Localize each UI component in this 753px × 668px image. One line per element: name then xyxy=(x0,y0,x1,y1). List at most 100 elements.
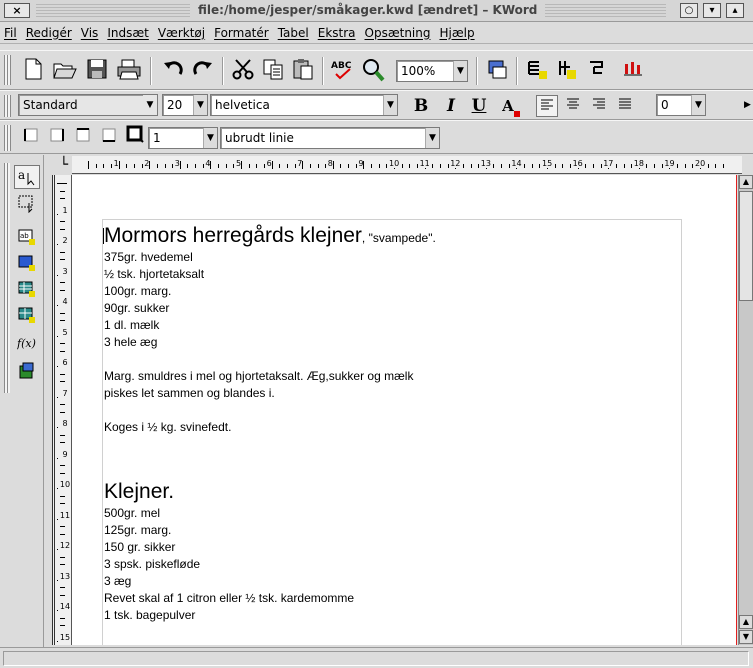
chevron-down-icon[interactable]: ▼ xyxy=(383,95,397,115)
chart-icon[interactable] xyxy=(620,57,646,83)
menu-settings[interactable]: Opsætning xyxy=(365,26,431,40)
spacing-combo[interactable]: 0 ▼ xyxy=(656,94,706,116)
paste-icon[interactable] xyxy=(290,57,316,83)
chevron-down-icon[interactable]: ▼ xyxy=(425,128,439,148)
font-family-combo[interactable]: helvetica ▼ xyxy=(210,94,398,116)
vertical-scrollbar[interactable]: ▲ ▲ ▼ xyxy=(738,175,753,645)
toolbar-more-icon[interactable]: ▶ xyxy=(744,100,751,110)
zoom-combo[interactable]: 100% ▼ xyxy=(396,60,468,82)
close-icon[interactable]: × xyxy=(4,3,30,18)
picture-icon[interactable] xyxy=(554,57,580,83)
horizontal-ruler[interactable]: 1 2 3 4 5 6 7 8 9 10 11 12 13 14 15 16 17 18 19 20 xyxy=(72,156,742,174)
method-line: piskes let sammen og blandes i. xyxy=(104,386,275,400)
undo-icon[interactable] xyxy=(160,57,186,83)
menu-format[interactable]: Formatér xyxy=(214,26,269,40)
ruler-minor-tick xyxy=(187,164,189,168)
insert-object-icon[interactable] xyxy=(14,361,40,385)
save-icon[interactable] xyxy=(84,57,110,83)
spellcheck-icon[interactable]: ABC xyxy=(330,57,356,83)
border-bottom-icon[interactable] xyxy=(96,125,122,151)
toolbar-grip[interactable] xyxy=(4,125,11,151)
menu-insert[interactable]: Indsæt xyxy=(107,26,149,40)
menu-edit[interactable]: Redigér xyxy=(26,26,72,40)
align-justify-button[interactable] xyxy=(614,95,636,117)
format-toolbar: Standard ▼ 20 ▼ helvetica ▼ B I U A 0 ▼ … xyxy=(0,90,753,120)
ruler-label: 5 xyxy=(236,159,242,168)
bold-button[interactable]: B xyxy=(410,95,432,117)
text-color-button[interactable]: A xyxy=(500,95,522,117)
ruler-tick xyxy=(88,161,89,169)
insert-picture-frame-icon[interactable] xyxy=(14,253,40,277)
align-center-button[interactable] xyxy=(562,95,584,117)
style-value: Standard xyxy=(23,98,78,112)
maximize-icon[interactable]: ▴ xyxy=(726,3,744,18)
tab-type-icon[interactable]: └ xyxy=(56,156,72,174)
ruler-minor-tick xyxy=(707,164,709,168)
menu-help[interactable]: Hjælp xyxy=(439,26,474,40)
menu-tools[interactable]: Værktøj xyxy=(158,26,205,40)
ruler-minor-tick xyxy=(60,404,65,406)
chevron-down-icon[interactable]: ▼ xyxy=(203,128,217,148)
document-canvas[interactable]: Mormors herregårds klejner, "svampede". … xyxy=(72,175,737,645)
ruler-minor-tick xyxy=(386,164,388,168)
scroll-down-icon[interactable]: ▼ xyxy=(739,630,753,644)
style-combo[interactable]: Standard ▼ xyxy=(18,94,158,116)
edit-text-tool-icon[interactable]: a xyxy=(14,165,40,189)
cut-icon[interactable] xyxy=(230,57,256,83)
ruler-tick xyxy=(363,161,365,169)
menu-table[interactable]: Tabel xyxy=(278,26,309,40)
menu-file[interactable]: Fil xyxy=(4,26,17,40)
align-right-button[interactable] xyxy=(588,95,610,117)
new-icon[interactable] xyxy=(20,57,46,83)
minimize-icon[interactable]: ○ xyxy=(680,3,698,18)
document-text[interactable]: Mormors herregårds klejner, "svampede". … xyxy=(104,223,664,624)
border-style-combo[interactable]: ubrudt linie ▼ xyxy=(220,127,440,149)
formula-icon[interactable] xyxy=(484,57,510,83)
chevron-down-icon[interactable]: ▼ xyxy=(691,95,705,115)
border-width-combo[interactable]: 1 ▼ xyxy=(148,127,218,149)
ruler-label: 11 xyxy=(58,510,71,520)
toolbar-grip[interactable] xyxy=(4,163,10,393)
underline-button[interactable]: U xyxy=(468,95,490,117)
zoom-value: 100% xyxy=(401,64,436,78)
copy-icon[interactable] xyxy=(260,57,286,83)
font-size-combo[interactable]: 20 ▼ xyxy=(162,94,208,116)
chevron-down-icon[interactable]: ▼ xyxy=(193,95,207,115)
open-icon[interactable] xyxy=(52,57,78,83)
color-swatch-icon xyxy=(513,111,520,117)
ruler-minor-tick xyxy=(60,434,65,436)
chevron-down-icon[interactable]: ▼ xyxy=(143,95,157,115)
menu-extra[interactable]: Ekstra xyxy=(318,26,356,40)
insert-formula-icon[interactable]: f(x) xyxy=(14,333,40,357)
menu-icon[interactable]: ▾ xyxy=(703,3,721,18)
border-left-icon[interactable] xyxy=(18,125,44,151)
border-color-icon[interactable] xyxy=(122,125,148,151)
border-style-value: ubrudt linie xyxy=(225,131,294,145)
toolbar-grip[interactable] xyxy=(4,55,11,85)
redo-icon[interactable] xyxy=(190,57,216,83)
vertical-ruler[interactable]: 1 2 3 4 5 6 7 8 9 10 11 12 13 14 15 xyxy=(52,175,72,645)
scrollbar-thumb[interactable] xyxy=(739,191,753,301)
svg-text:ab: ab xyxy=(20,232,29,240)
table-icon[interactable] xyxy=(524,57,550,83)
toolbar-grip[interactable] xyxy=(4,95,11,117)
select-frame-tool-icon[interactable] xyxy=(14,193,40,217)
scroll-up-icon[interactable]: ▲ xyxy=(739,175,753,189)
print-icon[interactable] xyxy=(116,57,142,83)
align-left-button[interactable] xyxy=(536,95,558,117)
ruler-minor-tick xyxy=(325,164,327,168)
ruler-minor-tick xyxy=(631,164,633,168)
find-icon[interactable] xyxy=(360,57,386,83)
italic-button[interactable]: I xyxy=(440,95,462,117)
recipe-title-1-text: Mormors herregårds klejner xyxy=(104,224,362,247)
insert-text-frame-icon[interactable]: ab xyxy=(14,227,40,251)
border-right-icon[interactable] xyxy=(44,125,70,151)
insert-part-frame-icon[interactable] xyxy=(14,305,40,329)
chevron-down-icon[interactable]: ▼ xyxy=(453,61,467,81)
menu-view[interactable]: Vis xyxy=(81,26,99,40)
part-icon[interactable] xyxy=(584,57,610,83)
scroll-up-icon[interactable]: ▲ xyxy=(739,615,753,629)
insert-table-frame-icon[interactable] xyxy=(14,279,40,303)
border-top-icon[interactable] xyxy=(70,125,96,151)
method-line: Koges i ½ kg. svinefedt. xyxy=(104,420,232,434)
